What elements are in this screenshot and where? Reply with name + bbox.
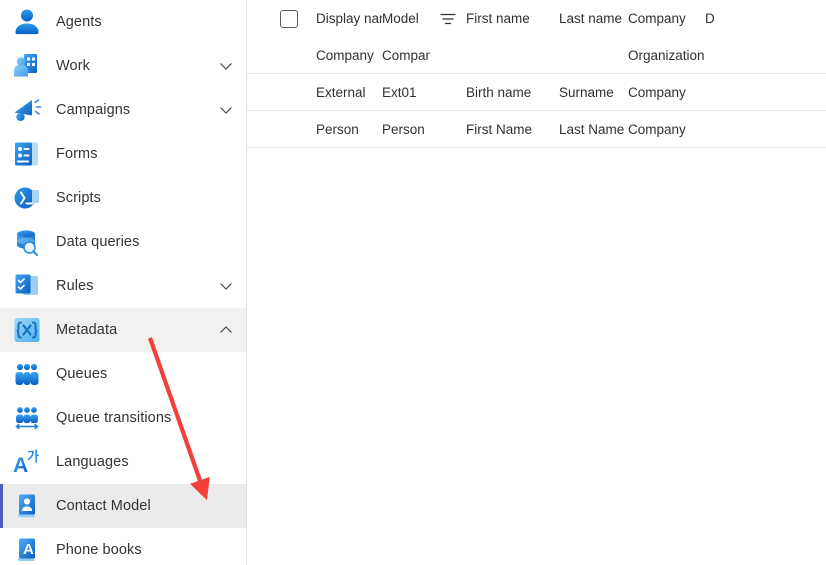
sidebar-item-forms[interactable]: Forms — [0, 132, 246, 176]
filter-icon[interactable] — [439, 10, 457, 28]
chevron-down-icon[interactable] — [218, 278, 234, 294]
rules-icon — [10, 269, 44, 303]
sidebar-item-work[interactable]: Work — [0, 44, 246, 88]
cell-model: Company — [382, 47, 430, 63]
column-header-company[interactable]: Company — [628, 11, 705, 26]
sidebar-item-campaigns[interactable]: Campaigns — [0, 88, 246, 132]
scripts-icon — [10, 181, 44, 215]
chevron-placeholder — [218, 410, 234, 426]
chevron-up-icon[interactable] — [218, 322, 234, 338]
work-icon — [10, 49, 44, 83]
cell-company: Organization — [628, 47, 705, 63]
table-row[interactable]: Person Person First Name Last Name Compa… — [247, 111, 826, 148]
svg-text:A: A — [23, 541, 34, 558]
sidebar-item-queue-transitions[interactable]: Queue transitions — [0, 396, 246, 440]
sidebar-item-agents[interactable]: Agents — [0, 0, 246, 44]
cell-first-name: Birth name — [466, 84, 532, 100]
sidebar-navigation: Agents Work Campaigns Forms Scripts Data… — [0, 0, 247, 565]
forms-icon — [10, 137, 44, 171]
agents-icon — [10, 5, 44, 39]
queue-transitions-icon — [10, 401, 44, 435]
sidebar-item-data-queries[interactable]: Data queries — [0, 220, 246, 264]
chevron-placeholder — [218, 542, 234, 558]
sidebar-item-metadata[interactable]: Metadata — [0, 308, 246, 352]
column-header-extra[interactable]: D — [705, 11, 765, 26]
column-header-last-name[interactable]: Last name — [559, 11, 628, 26]
contact-model-icon — [10, 489, 44, 523]
phone-books-icon: A — [10, 533, 44, 565]
svg-text:A: A — [13, 454, 28, 477]
chevron-down-icon[interactable] — [218, 58, 234, 74]
sidebar-item-label: Scripts — [56, 190, 102, 206]
svg-text:가: 가 — [27, 449, 39, 464]
sidebar-item-label: Phone books — [56, 542, 142, 558]
chevron-placeholder — [218, 190, 234, 206]
sidebar-item-languages[interactable]: A 가 Languages — [0, 440, 246, 484]
chevron-placeholder — [218, 14, 234, 30]
chevron-placeholder — [218, 146, 234, 162]
chevron-placeholder — [218, 454, 234, 470]
column-header-model[interactable]: Model — [382, 11, 430, 26]
table-row[interactable]: Company Company Organization — [247, 37, 826, 74]
cell-model: Person — [382, 121, 425, 137]
table-header-row: Display name Model First name Last — [247, 0, 826, 37]
sidebar-item-scripts[interactable]: Scripts — [0, 176, 246, 220]
cell-company: Company — [628, 121, 686, 137]
column-header-first-name[interactable]: First name — [466, 11, 559, 26]
cell-model: Ext01 — [382, 84, 417, 100]
sidebar-item-phone-books[interactable]: A Phone books — [0, 528, 246, 565]
sidebar-item-rules[interactable]: Rules — [0, 264, 246, 308]
cell-company: Company — [628, 84, 686, 100]
chevron-down-icon[interactable] — [218, 102, 234, 118]
sidebar-item-label: Agents — [56, 14, 102, 30]
sidebar-item-label: Rules — [56, 278, 94, 294]
main-content: Display name Model First name Last — [247, 0, 826, 565]
column-header-display-name[interactable]: Display name — [316, 11, 382, 26]
sidebar-item-label: Work — [56, 58, 90, 74]
queues-icon — [10, 357, 44, 391]
filter-cell — [430, 10, 466, 28]
data-queries-icon — [10, 225, 44, 259]
cell-last-name: Surname — [559, 84, 614, 100]
sidebar-item-label: Languages — [56, 454, 129, 470]
cell-last-name: Last Name — [559, 121, 625, 137]
sidebar-item-label: Data queries — [56, 234, 140, 250]
select-all-checkbox[interactable] — [280, 9, 298, 28]
metadata-icon — [10, 313, 44, 347]
chevron-placeholder — [218, 234, 234, 250]
contact-model-table: Display name Model First name Last — [247, 0, 826, 148]
cell-first-name: First Name — [466, 121, 533, 137]
cell-display-name: Person — [316, 121, 359, 137]
sidebar-item-contact-model[interactable]: Contact Model — [0, 484, 246, 528]
campaigns-icon — [10, 93, 44, 127]
sidebar-item-label: Metadata — [56, 322, 118, 338]
languages-icon: A 가 — [10, 445, 44, 479]
sidebar-item-label: Campaigns — [56, 102, 131, 118]
chevron-placeholder — [218, 366, 234, 382]
table-row[interactable]: External Ext01 Birth name Surname Compan… — [247, 74, 826, 111]
chevron-placeholder — [218, 498, 234, 514]
sidebar-item-queues[interactable]: Queues — [0, 352, 246, 396]
cell-display-name: External — [316, 84, 366, 100]
sidebar-item-label: Contact Model — [56, 498, 151, 514]
sidebar-item-label: Queues — [56, 366, 108, 382]
app-window: Agents Work Campaigns Forms Scripts Data… — [0, 0, 826, 565]
select-all-cell — [280, 9, 316, 28]
sidebar-item-label: Forms — [56, 146, 98, 162]
cell-display-name: Company — [316, 47, 374, 63]
sidebar-item-label: Queue transitions — [56, 410, 172, 426]
